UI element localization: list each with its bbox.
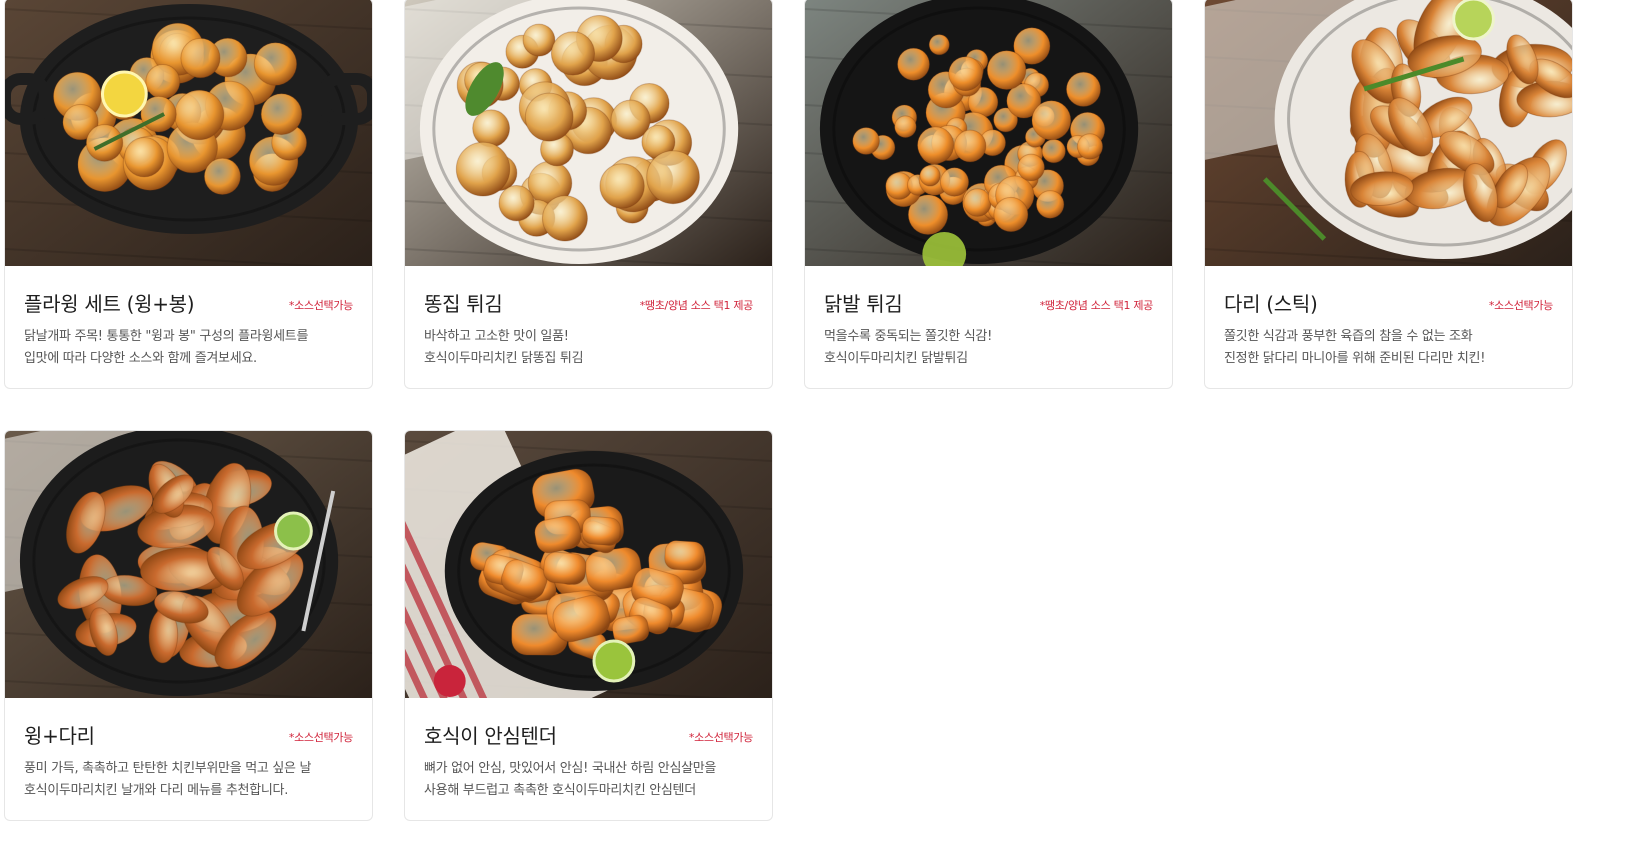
product-name[interactable]: 다리 (스틱) [1224,288,1318,317]
fried-chicken-wings-pan-image [5,0,372,266]
description-line: 풍미 가득, 촉촉하고 탄탄한 치킨부위만을 먹고 싶은 날 [24,761,312,776]
description-line: 진정한 닭다리 마니아를 위해 준비된 다리만 치킨! [1224,351,1486,366]
product-info: 똥집 튀김 *땡초/양념 소스 택1 제공바삭하고 고소한 맛이 일품! 호식이두마… [405,266,772,388]
description-line: 사용해 부드럽고 촉촉한 호식이두마리치킨 안심텐더 [424,783,696,798]
fried-chicken-feet-plate-image [805,0,1172,266]
description-line: 닭날개파 주목! 통통한 "윙과 봉" 구성의 플라윙세트를 [24,329,309,344]
description-line: 쫄깃한 식감과 풍부한 육즙의 참을 수 없는 조화 [1224,329,1473,344]
product-card[interactable]: 닭발 튀김 *땡초/양념 소스 택1 제공먹을수록 중독되는 쫄깃한 식감! 호식이… [804,0,1173,389]
product-name[interactable]: 호식이 안심텐더 [424,720,557,749]
product-photo[interactable] [5,0,372,266]
sauce-option-badge: *소스선택가능 [688,731,753,744]
sauce-option-badge: *땡초/양념 소스 택1 제공 [1039,299,1154,312]
sauce-option-badge: *소스선택가능 [288,731,353,744]
sauce-option-badge: *땡초/양념 소스 택1 제공 [639,299,754,312]
product-photo[interactable] [405,431,772,698]
product-info: 윙+다리 *소스선택가능풍미 가득, 촉촉하고 탄탄한 치킨부위만을 먹고 싶은 … [5,698,372,820]
product-description: 풍미 가득, 촉촉하고 탄탄한 치킨부위만을 먹고 싶은 날호식이두마리치킨 날… [24,758,360,802]
product-name[interactable]: 똥집 튀김 [424,288,503,317]
product-photo[interactable] [1205,0,1572,266]
sauce-option-badge: *소스선택가능 [1488,299,1553,312]
product-photo[interactable] [405,0,772,266]
product-name[interactable]: 윙+다리 [24,720,95,749]
product-card[interactable]: 다리 (스틱) *소스선택가능쫄깃한 식감과 풍부한 육즙의 참을 수 없는 조화… [1204,0,1573,389]
product-info: 호식이 안심텐더 *소스선택가능뼈가 없어 안심, 맛있어서 안심! 국내산 하림… [405,698,772,820]
product-description: 쫄깃한 식감과 풍부한 육즙의 참을 수 없는 조화진정한 닭다리 마니아를 위… [1224,326,1560,370]
description-line: 호식이두마리치킨 닭발튀김 [824,351,968,366]
product-card[interactable]: 플라윙 세트 (윙+봉) *소스선택가능닭날개파 주목! 통통한 "윙과 봉" 구… [4,0,373,389]
product-card[interactable]: 호식이 안심텐더 *소스선택가능뼈가 없어 안심, 맛있어서 안심! 국내산 하림… [404,430,773,821]
product-description: 바삭하고 고소한 맛이 일품! 호식이두마리치킨 닭똥집 튀김 [424,326,760,370]
description-line: 바삭하고 고소한 맛이 일품! [424,329,569,344]
description-line: 뼈가 없어 안심, 맛있어서 안심! 국내산 하림 안심살만을 [424,761,717,776]
product-name[interactable]: 닭발 튀김 [824,288,903,317]
product-info: 닭발 튀김 *땡초/양념 소스 택1 제공먹을수록 중독되는 쫄깃한 식감! 호식이… [805,266,1172,388]
product-info: 플라윙 세트 (윙+봉) *소스선택가능닭날개파 주목! 통통한 "윙과 봉" 구… [5,266,372,388]
menu-grid: 플라윙 세트 (윙+봉) *소스선택가능 닭날개파 주목! 통통한 "윙과 봉" 구… [0,0,1648,866]
description-line: 호식이두마리치킨 날개와 다리 메뉴를 추천합니다. [24,783,289,798]
fried-gizzard-plate-image [405,0,772,266]
description-line: 먹을수록 중독되는 쫄깃한 식감! [824,329,992,344]
product-info: 다리 (스틱) *소스선택가능쫄깃한 식감과 풍부한 육즙의 참을 수 없는 조화… [1205,266,1572,388]
product-photo[interactable] [5,431,372,698]
description-line: 호식이두마리치킨 닭똥집 튀김 [424,351,584,366]
product-name[interactable]: 플라윙 세트 (윙+봉) [24,288,195,317]
wings-and-legs-plate-image [5,431,372,698]
product-photo[interactable] [805,0,1172,266]
description-line: 입맛에 따라 다양한 소스와 함께 즐겨보세요. [24,351,257,366]
product-description: 닭날개파 주목! 통통한 "윙과 봉" 구성의 플라윙세트를입맛에 따라 다양한… [24,326,360,370]
product-description: 뼈가 없어 안심, 맛있어서 안심! 국내산 하림 안심살만을사용해 부드럽고 … [424,758,760,802]
product-card[interactable]: 윙+다리 *소스선택가능풍미 가득, 촉촉하고 탄탄한 치킨부위만을 먹고 싶은 … [4,430,373,821]
sauce-option-badge: *소스선택가능 [288,299,353,312]
product-card[interactable]: 똥집 튀김 *땡초/양념 소스 택1 제공바삭하고 고소한 맛이 일품! 호식이두마… [404,0,773,389]
product-description: 먹을수록 중독되는 쫄깃한 식감! 호식이두마리치킨 닭발튀김 [824,326,1160,370]
fried-drumsticks-board-image [1205,0,1572,266]
fried-tenders-skillet-image [405,431,772,698]
